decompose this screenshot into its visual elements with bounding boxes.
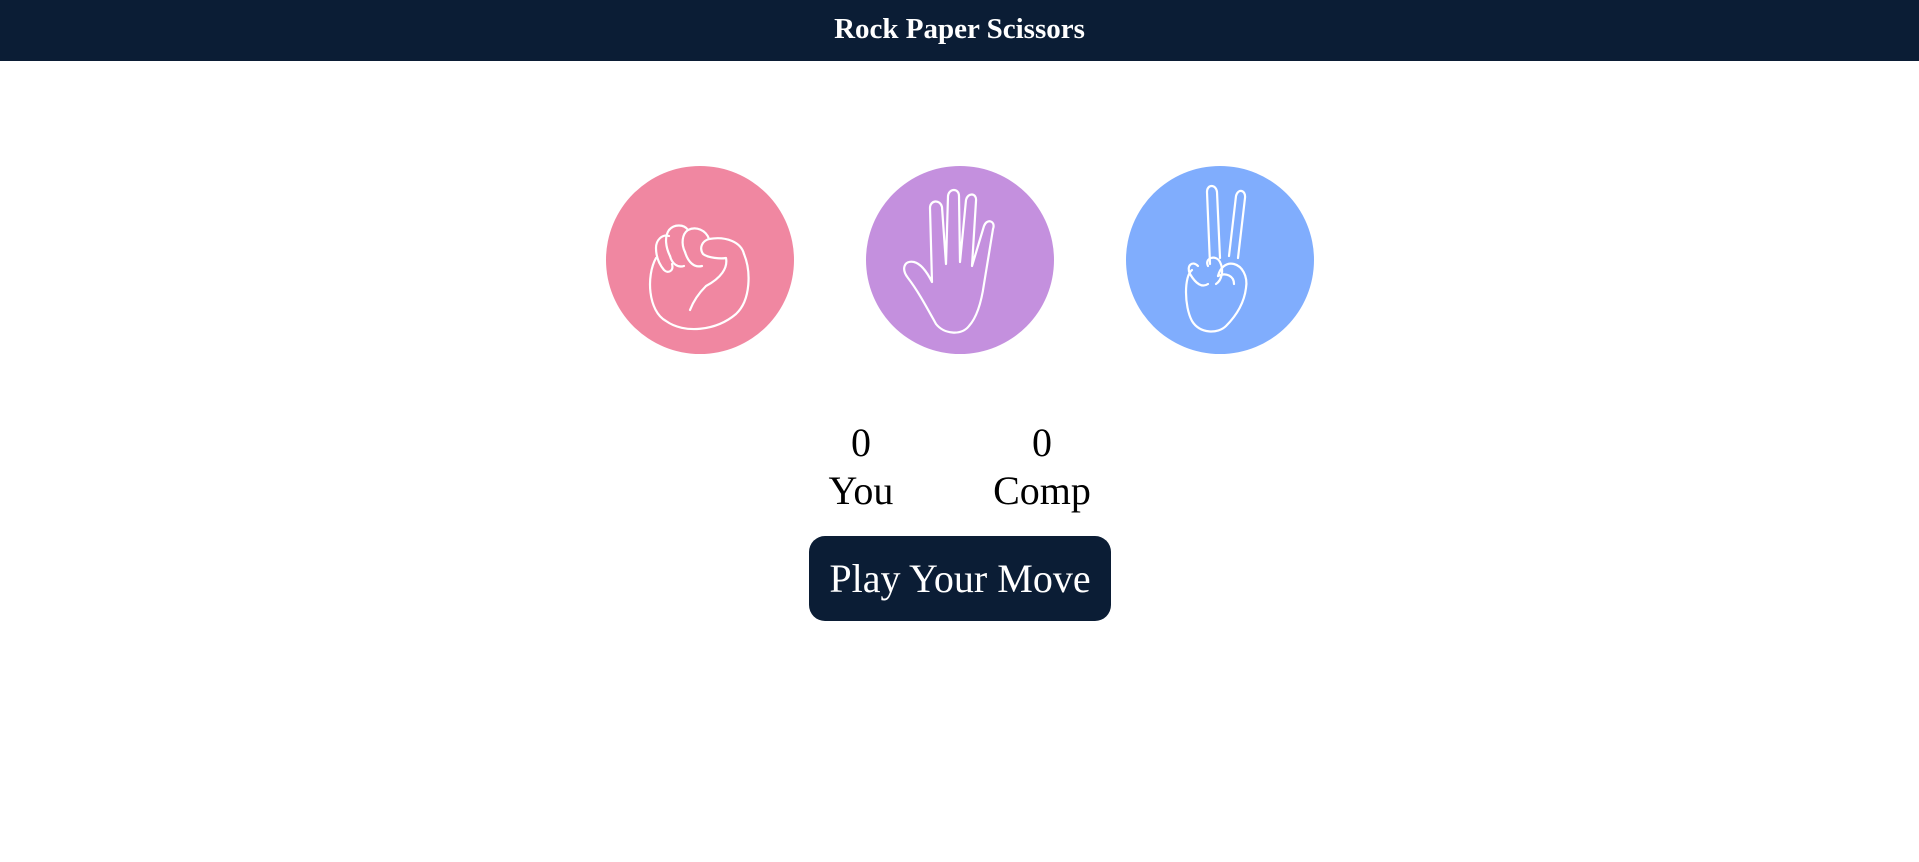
choice-paper[interactable] xyxy=(866,166,1054,354)
header-bar: Rock Paper Scissors xyxy=(0,0,1919,61)
open-hand-icon xyxy=(903,188,995,334)
comp-score-value: 0 xyxy=(1032,420,1052,465)
user-score-label: You xyxy=(828,468,894,513)
comp-score: 0 Comp xyxy=(972,419,1112,515)
choice-rock[interactable] xyxy=(606,166,794,354)
fist-icon xyxy=(649,224,750,331)
comp-score-label: Comp xyxy=(993,468,1091,513)
user-score: 0 You xyxy=(791,419,931,515)
user-score-value: 0 xyxy=(851,420,871,465)
choice-scissors[interactable] xyxy=(1126,166,1314,354)
peace-sign-icon xyxy=(1184,184,1248,333)
page-title: Rock Paper Scissors xyxy=(834,13,1085,45)
play-your-move-button[interactable]: Play Your Move xyxy=(809,536,1111,621)
